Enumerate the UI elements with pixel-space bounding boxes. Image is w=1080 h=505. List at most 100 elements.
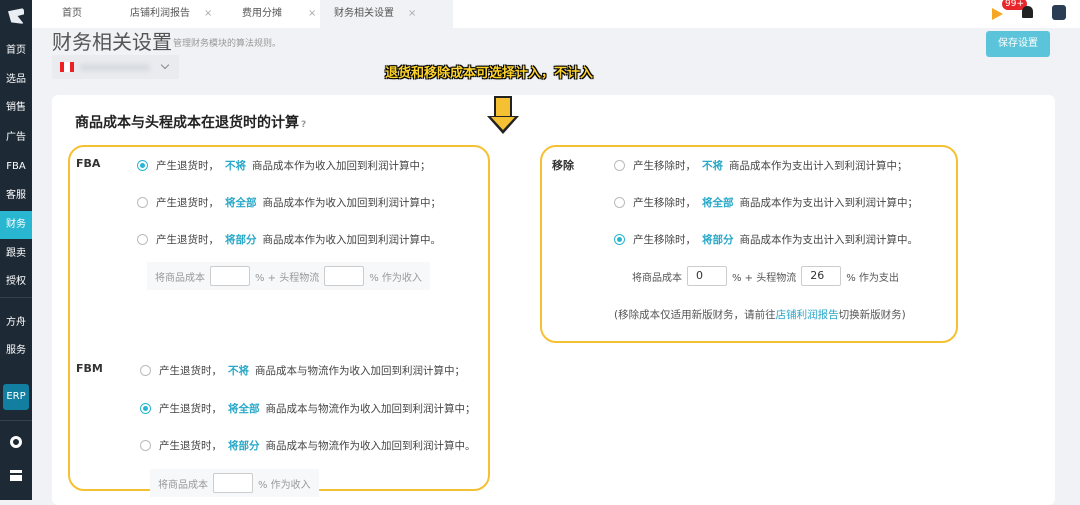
fbm-option-radio[interactable]: 产生退货时， 不将 商品成本与物流作为收入加回到利润计算中； <box>140 363 465 378</box>
section-title-text: 商品成本与头程成本在退货时的计算 <box>75 115 299 131</box>
close-icon[interactable]: × <box>204 8 212 19</box>
radio-button[interactable] <box>614 197 625 208</box>
section-title: 商品成本与头程成本在退货时的计算? <box>75 112 306 132</box>
input-label: % 作为收入 <box>258 479 311 491</box>
store-name-blurred <box>80 64 150 71</box>
canada-flag-icon <box>60 62 74 72</box>
radio-button[interactable] <box>137 197 148 208</box>
user-avatar[interactable] <box>1052 5 1066 20</box>
removal-option-radio[interactable]: 产生移除时， 将全部 商品成本作为支出计入到利润计算中； <box>614 195 918 210</box>
option-prefix: 产生退货时， <box>156 197 219 209</box>
profit-report-link[interactable]: 店铺利润报告 <box>776 307 839 322</box>
tab-finance-settings[interactable]: 财务相关设置 × <box>320 0 453 28</box>
support-icon[interactable] <box>10 436 22 448</box>
sidebar-item[interactable]: 客服 <box>0 182 32 210</box>
tab-label: 店铺利润报告 <box>130 8 190 19</box>
option-prefix: 产生退货时， <box>159 365 222 377</box>
removal-label: 移除 <box>552 159 574 172</box>
input-label: 将商品成本 <box>155 272 205 284</box>
radio-button[interactable] <box>137 234 148 245</box>
product-cost-percent-input[interactable] <box>213 473 253 493</box>
chevron-down-icon <box>160 60 170 70</box>
option-prefix: 产生退货时， <box>159 403 222 415</box>
gift-icon[interactable] <box>10 470 22 481</box>
product-cost-percent-input[interactable] <box>210 266 250 286</box>
flag-icon[interactable] <box>992 8 1003 20</box>
fba-option-radio[interactable]: 产生退货时， 不将 商品成本作为收入加回到利润计算中； <box>137 158 431 173</box>
fbm-option-radio[interactable]: 产生退货时， 将全部 商品成本与物流作为收入加回到利润计算中； <box>140 401 476 416</box>
page-title: 财务相关设置 <box>52 30 172 54</box>
sidebar-item[interactable]: 财务 <box>0 211 32 239</box>
option-prefix: 产生退货时， <box>156 234 219 246</box>
option-text: 商品成本与物流作为收入加回到利润计算中； <box>255 365 465 377</box>
radio-button[interactable] <box>614 160 625 171</box>
option-highlight: 将部分 <box>702 234 734 246</box>
option-text: 商品成本作为收入加回到利润计算中； <box>252 160 431 172</box>
input-label: % + 头程物流 <box>255 272 320 284</box>
logo-icon[interactable] <box>8 8 24 24</box>
sidebar-item[interactable]: FBA <box>0 153 32 181</box>
option-highlight: 将全部 <box>228 403 260 415</box>
option-text: 商品成本作为支出计入到利润计算中。 <box>739 234 919 246</box>
option-highlight: 不将 <box>228 365 249 377</box>
radio-button[interactable] <box>140 440 151 451</box>
help-icon[interactable]: ? <box>301 120 306 130</box>
bell-icon[interactable] <box>1022 6 1033 18</box>
option-prefix: 产生移除时， <box>633 160 696 172</box>
sidebar-item[interactable]: 销售 <box>0 94 32 122</box>
option-prefix: 产生退货时， <box>156 160 219 172</box>
sidebar-divider <box>0 420 32 421</box>
fbm-option-radio[interactable]: 产生退货时， 将部分 商品成本与物流作为收入加回到利润计算中。 <box>140 438 476 453</box>
option-prefix: 产生移除时， <box>633 197 696 209</box>
store-selector[interactable] <box>52 55 179 79</box>
sidebar-item[interactable]: 首页 <box>0 37 32 65</box>
option-text: 商品成本与物流作为收入加回到利润计算中； <box>265 403 476 415</box>
radio-button[interactable] <box>140 403 151 414</box>
page-subtitle: 管理财务模块的算法规则。 <box>173 39 282 49</box>
removal-option-radio[interactable]: 产生移除时， 将部分 商品成本作为支出计入到利润计算中。 <box>614 232 918 247</box>
sidebar-item[interactable]: 跟卖 <box>0 240 32 268</box>
sidebar-item[interactable]: 服务 <box>0 337 32 365</box>
input-label: % 作为支出 <box>846 272 899 284</box>
note-text: (移除成本仅适用新版财务，请前往 <box>614 309 776 321</box>
first-leg-percent-input[interactable]: 26 <box>801 266 842 286</box>
save-settings-button[interactable]: 保存设置 <box>986 31 1050 57</box>
sidebar-item[interactable]: 选品 <box>0 66 32 94</box>
arrow-down-icon <box>494 96 512 118</box>
radio-button[interactable] <box>137 160 148 171</box>
fba-option-radio[interactable]: 产生退货时， 将部分 商品成本作为收入加回到利润计算中。 <box>137 232 441 247</box>
annotation-callout: 退货和移除成本可选择计入，不计入 <box>385 66 594 81</box>
option-highlight: 将部分 <box>228 440 260 452</box>
input-label: 将商品成本 <box>158 479 208 491</box>
tab-bar: 首页 店铺利润报告 × 费用分摊 × 财务相关设置 × 99+ <box>32 0 1080 28</box>
sidebar-item[interactable]: 广告 <box>0 124 32 152</box>
fbm-label: FBM <box>76 362 103 375</box>
option-text: 商品成本作为支出计入到利润计算中； <box>739 197 919 209</box>
option-highlight: 不将 <box>702 160 723 172</box>
tab-label: 首页 <box>62 8 82 19</box>
close-icon[interactable]: × <box>408 8 416 19</box>
first-leg-percent-input[interactable] <box>324 266 365 286</box>
fba-partial-inputs: 将商品成本 % + 头程物流 % 作为收入 <box>147 262 430 290</box>
erp-button[interactable]: ERP <box>3 384 29 410</box>
option-text: 商品成本作为收入加回到利润计算中； <box>262 197 442 209</box>
radio-button[interactable] <box>140 365 151 376</box>
sidebar-divider <box>0 297 32 298</box>
radio-button[interactable] <box>614 234 625 245</box>
tab-label: 财务相关设置 <box>334 8 394 19</box>
fbm-partial-inputs: 将商品成本 % 作为收入 <box>150 469 319 497</box>
sidebar-item[interactable]: 授权 <box>0 268 32 296</box>
option-highlight: 将部分 <box>225 234 257 246</box>
sidebar-item[interactable]: 方舟 <box>0 309 32 337</box>
close-icon[interactable]: × <box>308 8 316 19</box>
option-prefix: 产生退货时， <box>159 440 222 452</box>
removal-option-radio[interactable]: 产生移除时， 不将 商品成本作为支出计入到利润计算中； <box>614 158 908 173</box>
option-highlight: 将全部 <box>225 197 257 209</box>
tab-home[interactable]: 首页 <box>32 0 112 28</box>
tab-profit-report[interactable]: 店铺利润报告 × <box>130 0 240 28</box>
product-cost-percent-input[interactable]: 0 <box>687 266 727 286</box>
input-label: 将商品成本 <box>632 272 682 284</box>
option-text: 商品成本作为支出计入到利润计算中； <box>729 160 908 172</box>
fba-option-radio[interactable]: 产生退货时， 将全部 商品成本作为收入加回到利润计算中； <box>137 195 441 210</box>
removal-note: (移除成本仅适用新版财务，请前往 店铺利润报告 切换新版财务) <box>614 307 906 322</box>
